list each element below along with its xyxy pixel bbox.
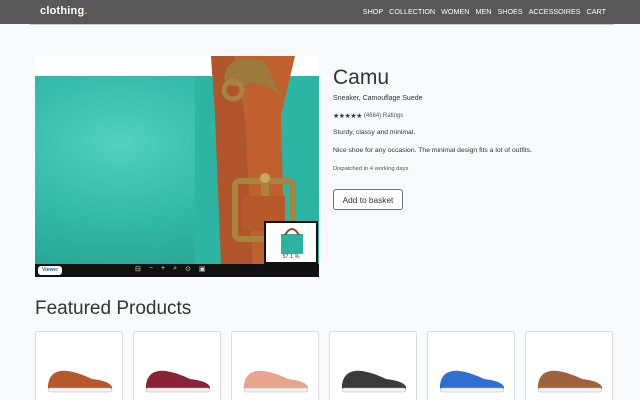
product-subtitle: Sneaker, Camouflage Suede [333,95,423,102]
nav-link-collection[interactable]: COLLECTION [389,7,435,16]
nav-link-shop[interactable]: SHOP [363,7,383,16]
zoom-out-icon[interactable]: − [149,265,153,273]
zoom-percent: 57.1 % [282,254,300,260]
featured-heading: Featured Products [35,298,192,319]
shoe-image [439,370,505,393]
bag-thumbnail-image [281,228,303,254]
nav-link-shoes[interactable]: SHOES [497,7,522,16]
rating-count: (4664) Ratings [363,113,404,119]
shoe-image [537,370,603,393]
brand-dot: . [84,5,88,17]
nav-divider [30,24,614,25]
rotate-icon[interactable]: ⊙ [185,265,191,273]
product-card[interactable] [133,331,221,400]
product-title: Camu [333,66,390,89]
viewer-tools: ⊟ − + ⌕ ⊙ ▣ [135,265,205,273]
product-description: Nice shoe for any occasion. The minimal … [333,147,532,154]
product-rating: ★★★★★ (4664) Ratings [333,112,403,120]
featured-products-list [35,331,613,400]
product-card[interactable] [427,331,515,400]
nav-links: SHOP COLLECTION WOMEN MEN SHOES ACCESSOI… [363,7,606,16]
brand-logo[interactable]: clothing. [40,5,88,17]
shoe-image [47,370,113,393]
shoe-image [145,370,211,393]
viewer-navigator-thumbnail[interactable]: 57.1 % [264,221,318,264]
shoe-image [243,370,309,393]
product-tagline: Sturdy, classy and minimal. [333,129,416,136]
nav-link-cart[interactable]: CART [587,7,606,16]
product-card[interactable] [525,331,613,400]
nav-link-women[interactable]: WOMEN [441,7,469,16]
fullscreen-icon[interactable]: ▣ [199,265,206,273]
product-image-viewer[interactable]: 57.1 % Viewer ⊟ − + ⌕ ⊙ ▣ [35,56,319,277]
dispatch-info: Dispatched in 4 working days [333,166,409,172]
fit-icon[interactable]: ⊟ [135,265,141,273]
nav-link-accessoires[interactable]: ACCESSOIRES [529,7,581,16]
product-card[interactable] [35,331,123,400]
viewer-toolbar: Viewer ⊟ − + ⌕ ⊙ ▣ [35,264,319,277]
product-card[interactable] [231,331,319,400]
add-to-basket-button[interactable]: Add to basket [333,189,403,210]
nav-link-men[interactable]: MEN [475,7,491,16]
product-card[interactable] [329,331,417,400]
zoom-in-icon[interactable]: + [161,265,165,273]
brand-text: clothing [40,5,85,17]
magnifier-icon[interactable]: ⌕ [173,265,177,273]
viewer-badge: Viewer [38,266,63,275]
navbar: clothing. SHOP COLLECTION WOMEN MEN SHOE… [0,0,640,24]
rating-stars: ★★★★★ [333,113,362,120]
shoe-image [341,370,407,393]
